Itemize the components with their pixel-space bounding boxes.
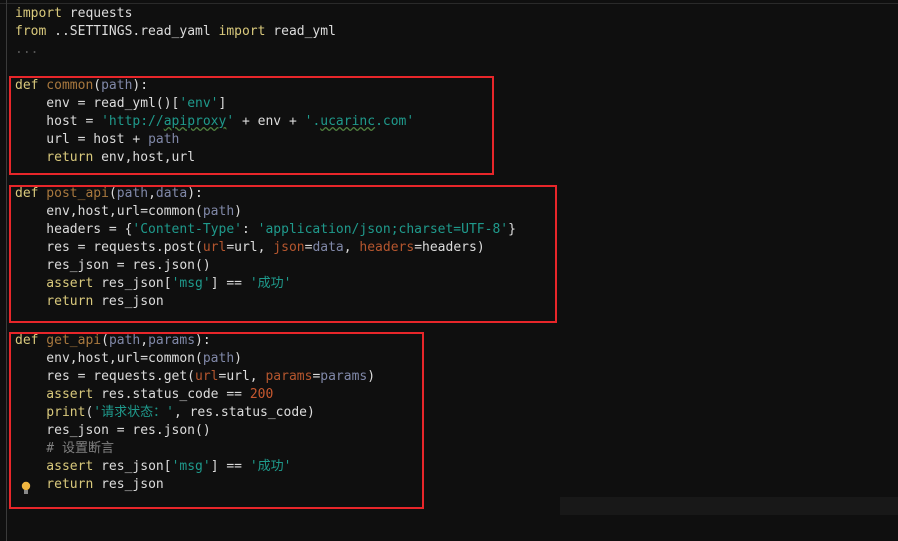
status-strip bbox=[560, 497, 898, 515]
code-line[interactable] bbox=[15, 59, 516, 77]
highlight-box-common bbox=[9, 76, 494, 175]
code-token: ..SETTINGS.read_yaml bbox=[46, 24, 219, 39]
gutter bbox=[6, 0, 7, 541]
code-token: import bbox=[15, 6, 62, 21]
code-token: requests bbox=[61, 6, 133, 21]
highlight-box-get-api bbox=[9, 332, 424, 509]
code-line[interactable]: from ..SETTINGS.read_yaml import read_ym… bbox=[15, 23, 516, 41]
code-token: ... bbox=[15, 42, 39, 57]
code-line[interactable]: import requests bbox=[15, 5, 516, 23]
code-token: read_yml bbox=[265, 24, 336, 39]
code-token: import bbox=[218, 24, 266, 39]
code-token: from bbox=[15, 24, 47, 39]
lightbulb-icon[interactable] bbox=[21, 481, 31, 495]
code-line[interactable]: ... bbox=[15, 41, 516, 59]
editor-top-border bbox=[0, 3, 898, 4]
highlight-box-post-api bbox=[9, 185, 557, 323]
